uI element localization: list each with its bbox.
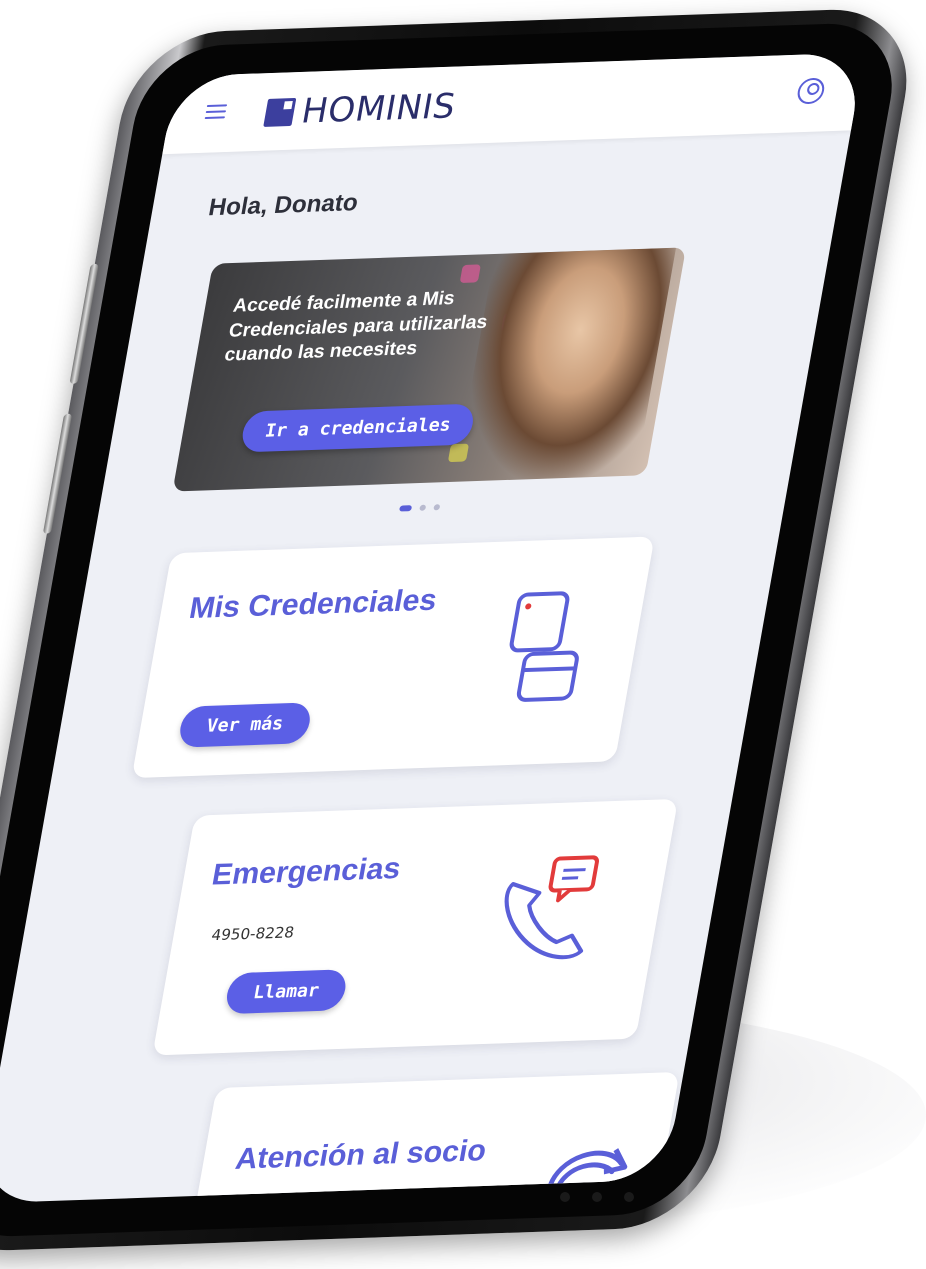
emergencies-card-title: Emergencias xyxy=(209,852,404,892)
user-profile-icon[interactable] xyxy=(795,77,827,105)
app-header: HOMINIS xyxy=(162,52,865,155)
carousel-dot[interactable] xyxy=(433,504,441,511)
hamburger-menu-icon[interactable] xyxy=(204,104,228,119)
member-support-card[interactable]: Atención al socio xyxy=(181,1071,680,1204)
speaker-hole xyxy=(592,1192,602,1202)
credential-cards-icon xyxy=(509,591,579,702)
greeting-text: Hola, Donato xyxy=(206,189,361,222)
banner-confetti xyxy=(459,264,481,283)
speaker-hole xyxy=(624,1192,634,1202)
credentials-card-title: Mis Credenciales xyxy=(186,583,440,626)
phone-chat-icon xyxy=(504,855,600,960)
speaker-hole xyxy=(560,1192,570,1202)
carousel-dot[interactable] xyxy=(419,504,427,511)
emergencies-card[interactable]: Emergencias 4950-8228 Llamar xyxy=(152,798,679,1056)
credentials-card[interactable]: Mis Credenciales Ver más xyxy=(131,536,655,779)
go-to-credentials-button[interactable]: Ir a credenciales xyxy=(239,403,477,453)
see-more-button[interactable]: Ver más xyxy=(176,702,313,748)
brand-logo-icon xyxy=(263,97,297,127)
carousel-indicator xyxy=(399,504,441,512)
stage: HOMINIS Hola, Donato Accedé facilmente a… xyxy=(0,0,926,1269)
banner-text: Accedé facilmente a Mis Credenciales par… xyxy=(222,288,490,367)
brand-logo: HOMINIS xyxy=(262,86,459,133)
brand-name: HOMINIS xyxy=(298,86,459,132)
speaker-grille xyxy=(560,1192,634,1202)
call-button[interactable]: Llamar xyxy=(223,969,349,1015)
carousel-dot-active[interactable] xyxy=(399,505,413,512)
member-support-card-title: Atención al socio xyxy=(232,1134,489,1176)
emergency-phone-number: 4950-8228 xyxy=(210,923,296,945)
refresh-arrow-icon xyxy=(545,1148,628,1194)
banner-photo xyxy=(454,247,677,482)
promo-banner[interactable]: Accedé facilmente a Mis Credenciales par… xyxy=(172,247,687,492)
